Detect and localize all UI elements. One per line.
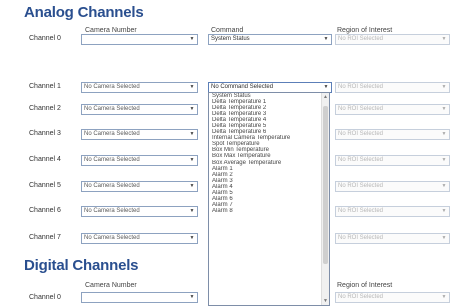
chevron-down-icon: ▼ xyxy=(189,84,195,90)
analog-channel-0-roi-value: No ROI Selected xyxy=(338,36,384,42)
analog-channel-2-roi-select[interactable]: No ROI Selected ▼ xyxy=(335,104,450,115)
analog-channel-3-camera-select[interactable]: No Camera Selected ▼ xyxy=(81,129,198,140)
analog-channel-1-camera-select[interactable]: No Camera Selected ▼ xyxy=(81,82,198,93)
chevron-down-icon: ▼ xyxy=(189,208,195,214)
chevron-down-icon: ▼ xyxy=(441,157,447,163)
digital-channel-0-roi-value: No ROI Selected xyxy=(338,294,384,300)
analog-channel-7-label: Channel 7 xyxy=(29,234,61,241)
analog-channels-title: Analog Channels xyxy=(24,4,144,21)
analog-channel-3-roi-value: No ROI Selected xyxy=(338,131,384,137)
digital-camera-number-header: Camera Number xyxy=(85,282,137,289)
analog-channel-3-label: Channel 3 xyxy=(29,130,61,137)
chevron-down-icon: ▼ xyxy=(441,235,447,241)
chevron-down-icon: ▼ xyxy=(189,157,195,163)
analog-channel-3-roi-select[interactable]: No ROI Selected ▼ xyxy=(335,129,450,140)
command-dropdown-list[interactable]: System Status Delta Temperature 1 Delta … xyxy=(208,92,330,306)
analog-channel-2-camera-value: No Camera Selected xyxy=(84,106,140,112)
analog-channel-0-command-value: System Status xyxy=(211,36,250,42)
analog-channel-6-camera-value: No Camera Selected xyxy=(84,208,140,214)
scrollbar-thumb[interactable] xyxy=(323,106,328,264)
analog-channel-0-label: Channel 0 xyxy=(29,35,61,42)
analog-channel-0-command-select[interactable]: System Status ▼ xyxy=(208,34,332,45)
analog-channel-6-roi-select[interactable]: No ROI Selected ▼ xyxy=(335,206,450,217)
dropdown-scrollbar[interactable]: ▲ ▼ xyxy=(321,93,329,305)
analog-channel-0-roi-select[interactable]: No ROI Selected ▼ xyxy=(335,34,450,45)
digital-channels-title: Digital Channels xyxy=(24,257,139,274)
digital-roi-header: Region of Interest xyxy=(337,282,393,289)
chevron-down-icon: ▼ xyxy=(441,183,447,189)
analog-channel-7-roi-value: No ROI Selected xyxy=(338,235,384,241)
analog-channel-0-camera-select[interactable]: ▼ xyxy=(81,34,198,45)
chevron-down-icon: ▼ xyxy=(323,36,329,42)
chevron-down-icon: ▼ xyxy=(189,183,195,189)
analog-channel-4-roi-value: No ROI Selected xyxy=(338,157,384,163)
chevron-down-icon: ▼ xyxy=(441,36,447,42)
analog-channel-4-label: Channel 4 xyxy=(29,156,61,163)
scroll-down-arrow-icon[interactable]: ▼ xyxy=(322,297,329,305)
analog-channel-6-label: Channel 6 xyxy=(29,207,61,214)
analog-channel-4-roi-select[interactable]: No ROI Selected ▼ xyxy=(335,155,450,166)
analog-channel-2-label: Channel 2 xyxy=(29,105,61,112)
analog-channel-4-camera-select[interactable]: No Camera Selected ▼ xyxy=(81,155,198,166)
dropdown-option[interactable]: Alarm 8 xyxy=(209,208,329,214)
analog-channel-7-camera-value: No Camera Selected xyxy=(84,235,140,241)
chevron-down-icon: ▼ xyxy=(189,106,195,112)
analog-channel-7-camera-select[interactable]: No Camera Selected ▼ xyxy=(81,233,198,244)
digital-channel-0-camera-select[interactable]: ▼ xyxy=(81,292,198,303)
digital-channel-0-label: Channel 0 xyxy=(29,294,61,301)
chevron-down-icon: ▼ xyxy=(189,294,195,300)
chevron-down-icon: ▼ xyxy=(441,106,447,112)
analog-channel-2-camera-select[interactable]: No Camera Selected ▼ xyxy=(81,104,198,115)
chevron-down-icon: ▼ xyxy=(189,131,195,137)
chevron-down-icon: ▼ xyxy=(189,36,195,42)
analog-channel-2-roi-value: No ROI Selected xyxy=(338,106,384,112)
analog-channel-1-roi-value: No ROI Selected xyxy=(338,84,384,90)
chevron-down-icon: ▼ xyxy=(441,84,447,90)
chevron-down-icon: ▼ xyxy=(441,294,447,300)
analog-channel-4-camera-value: No Camera Selected xyxy=(84,157,140,163)
chevron-down-icon: ▼ xyxy=(323,84,329,90)
analog-channel-5-camera-select[interactable]: No Camera Selected ▼ xyxy=(81,181,198,192)
analog-channel-3-camera-value: No Camera Selected xyxy=(84,131,140,137)
analog-channel-5-camera-value: No Camera Selected xyxy=(84,183,140,189)
analog-channel-5-roi-value: No ROI Selected xyxy=(338,183,384,189)
chevron-down-icon: ▼ xyxy=(441,131,447,137)
analog-channel-6-roi-value: No ROI Selected xyxy=(338,208,384,214)
analog-channel-6-camera-select[interactable]: No Camera Selected ▼ xyxy=(81,206,198,217)
scroll-up-arrow-icon[interactable]: ▲ xyxy=(322,93,329,101)
analog-channel-5-label: Channel 5 xyxy=(29,182,61,189)
chevron-down-icon: ▼ xyxy=(189,235,195,241)
analog-channel-1-command-value: No Command Selected xyxy=(211,84,274,90)
analog-channel-7-roi-select[interactable]: No ROI Selected ▼ xyxy=(335,233,450,244)
digital-channel-0-roi-select[interactable]: No ROI Selected ▼ xyxy=(335,292,450,303)
analog-channel-1-roi-select[interactable]: No ROI Selected ▼ xyxy=(335,82,450,93)
chevron-down-icon: ▼ xyxy=(441,208,447,214)
analog-channel-5-roi-select[interactable]: No ROI Selected ▼ xyxy=(335,181,450,192)
analog-channel-1-camera-value: No Camera Selected xyxy=(84,84,140,90)
analog-channel-1-label: Channel 1 xyxy=(29,83,61,90)
